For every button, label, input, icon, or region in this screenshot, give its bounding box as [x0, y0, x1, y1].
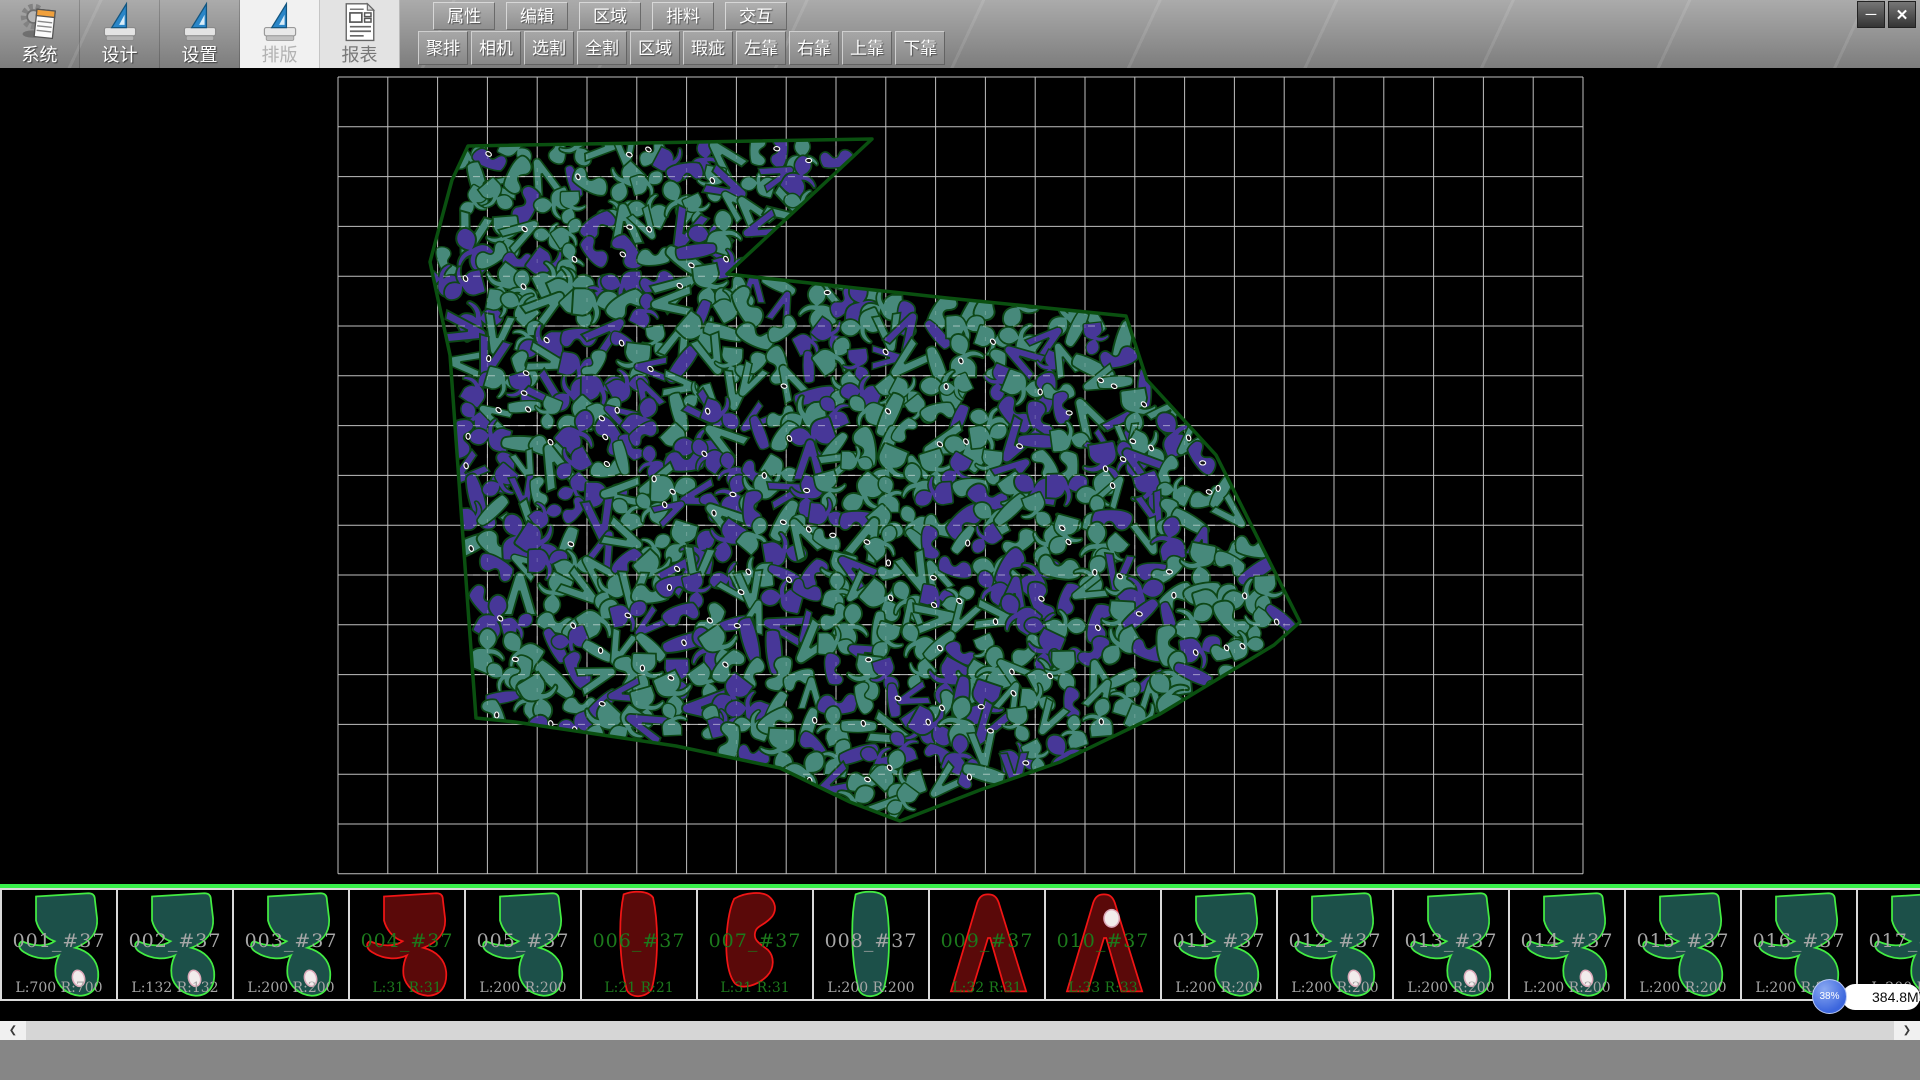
part-thumbnail[interactable]: 008_#37 L:200 R:200	[812, 890, 928, 999]
tool-button-5[interactable]: 瑕疵	[683, 31, 733, 65]
part-id-label: 003_#37	[234, 930, 348, 952]
part-id-label: 015_#37	[1626, 930, 1740, 952]
minimize-button[interactable]: ─	[1857, 1, 1885, 28]
app-button-label: 排版	[262, 45, 298, 65]
progress-badge: 38%	[1812, 979, 1847, 1014]
memory-badge: 384.8M	[1842, 984, 1920, 1010]
nesting-workspace[interactable]	[0, 68, 1920, 884]
part-id-label: 006_#37	[582, 930, 696, 952]
app-button-label: 系统	[22, 45, 58, 65]
part-thumbnail[interactable]: 010_#37 L:33 R:33	[1044, 890, 1160, 999]
part-lr-count: L:700 R:700	[2, 980, 116, 996]
set-square-icon	[178, 1, 222, 45]
tool-button-8[interactable]: 上靠	[842, 31, 892, 65]
part-thumbnail[interactable]: 007_#37 L:31 R:31	[696, 890, 812, 999]
part-id-label: 016_#37	[1742, 930, 1856, 952]
part-thumbnail[interactable]: 005_#37 L:200 R:200	[464, 890, 580, 999]
part-lr-count: L:200 R:200	[466, 980, 580, 996]
tool-button-1[interactable]: 相机	[471, 31, 521, 65]
part-thumbnail[interactable]: 003_#37 L:200 R:200	[232, 890, 348, 999]
parts-strip[interactable]: 001_#37L:700 R:700002_#37L:132 R:132003_…	[0, 888, 1920, 1001]
part-id-label: 004_#37	[350, 930, 464, 952]
tool-button-6[interactable]: 左靠	[736, 31, 786, 65]
part-thumbnail[interactable]: 012_#37 L:200 R:200	[1276, 890, 1392, 999]
menu-tab-0[interactable]: 属性	[433, 2, 495, 30]
part-id-label: 014_#37	[1510, 930, 1624, 952]
tool-button-7[interactable]: 右靠	[789, 31, 839, 65]
part-lr-count: L:200 R:200	[234, 980, 348, 996]
set-square-icon	[258, 1, 302, 45]
part-id-label: 002_#37	[118, 930, 232, 952]
scroll-left-button[interactable]: ❮	[0, 1021, 26, 1040]
part-lr-count: L:32 R:31	[930, 980, 1044, 996]
app-button-label: 报表	[342, 45, 378, 65]
toolbar: 系统 设计 设置	[0, 0, 1920, 68]
part-thumbnail[interactable]: 017_#37L:200 R:200	[1856, 890, 1920, 999]
menu-tab-1[interactable]: 编辑	[506, 2, 568, 30]
part-id-label: 005_#37	[466, 930, 580, 952]
set-square-icon	[98, 1, 142, 45]
status-bar	[0, 1040, 1920, 1080]
part-id-label: 008_#37	[814, 930, 928, 952]
nesting-canvas[interactable]	[0, 68, 1920, 884]
app-button-system[interactable]: 系统	[0, 0, 80, 68]
tool-button-3[interactable]: 全割	[577, 31, 627, 65]
app-button-nesting[interactable]: 排版	[240, 0, 320, 68]
part-thumbnail[interactable]: 004_#37 L:31 R:31	[348, 890, 464, 999]
part-lr-count: L:200 R:200	[1626, 980, 1740, 996]
part-lr-count: L:200 R:200	[1510, 980, 1624, 996]
tool-button-9[interactable]: 下靠	[895, 31, 945, 65]
part-lr-count: L:21 R:21	[582, 980, 696, 996]
part-thumbnail[interactable]: 002_#37 L:132 R:132	[116, 890, 232, 999]
part-thumbnail[interactable]: 015_#37 L:200 R:200	[1624, 890, 1740, 999]
app-button-label: 设置	[182, 45, 218, 65]
part-thumbnail[interactable]: 011_#37 L:200 R:200	[1160, 890, 1276, 999]
close-button[interactable]: ✕	[1888, 1, 1916, 28]
part-thumbnail[interactable]: 009_#37 L:32 R:31	[928, 890, 1044, 999]
part-id-label: 012_#37	[1278, 930, 1392, 952]
app-button-design[interactable]: 设计	[80, 0, 160, 68]
part-id-label: 017_#37	[1858, 930, 1920, 952]
app-button-settings[interactable]: 设置	[160, 0, 240, 68]
tool-button-4[interactable]: 区域	[630, 31, 680, 65]
part-id-label: 011_#37	[1162, 930, 1276, 952]
app-button-label: 设计	[102, 45, 138, 65]
tool-button-0[interactable]: 聚排	[418, 31, 468, 65]
tool-button-row: 聚排相机选割全割区域瑕疵左靠右靠上靠下靠	[418, 31, 945, 65]
gear-notebook-icon	[18, 1, 62, 45]
menu-tab-row: 属性编辑区域排料交互	[433, 2, 787, 30]
menu-tab-3[interactable]: 排料	[652, 2, 714, 30]
part-id-label: 013_#37	[1394, 930, 1508, 952]
part-thumbnail[interactable]: 006_#37 L:21 R:21	[580, 890, 696, 999]
tool-button-2[interactable]: 选割	[524, 31, 574, 65]
part-thumbnail[interactable]: 013_#37 L:200 R:200	[1392, 890, 1508, 999]
part-lr-count: L:200 R:200	[814, 980, 928, 996]
menu-tab-2[interactable]: 区域	[579, 2, 641, 30]
horizontal-scrollbar[interactable]: ❮ ❯	[0, 1021, 1920, 1040]
part-id-label: 007_#37	[698, 930, 812, 952]
part-lr-count: L:200 R:200	[1162, 980, 1276, 996]
app-button-report[interactable]: 报表	[320, 0, 400, 68]
part-lr-count: L:31 R:31	[698, 980, 812, 996]
part-thumbnail[interactable]: 001_#37 L:700 R:700	[0, 890, 116, 999]
part-id-label: 009_#37	[930, 930, 1044, 952]
part-id-label: 001_#37	[2, 930, 116, 952]
app-mode-buttons: 系统 设计 设置	[0, 0, 400, 68]
part-thumbnail[interactable]: 014_#37 L:200 R:200	[1508, 890, 1624, 999]
part-lr-count: L:33 R:33	[1046, 980, 1160, 996]
part-lr-count: L:31 R:31	[350, 980, 464, 996]
window-controls: ─ ✕	[1857, 1, 1916, 28]
part-lr-count: L:200 R:200	[1278, 980, 1392, 996]
part-lr-count: L:200 R:200	[1394, 980, 1508, 996]
report-icon	[338, 1, 382, 45]
scroll-right-button[interactable]: ❯	[1894, 1021, 1920, 1040]
part-lr-count: L:132 R:132	[118, 980, 232, 996]
menu-tab-4[interactable]: 交互	[725, 2, 787, 30]
part-id-label: 010_#37	[1046, 930, 1160, 952]
